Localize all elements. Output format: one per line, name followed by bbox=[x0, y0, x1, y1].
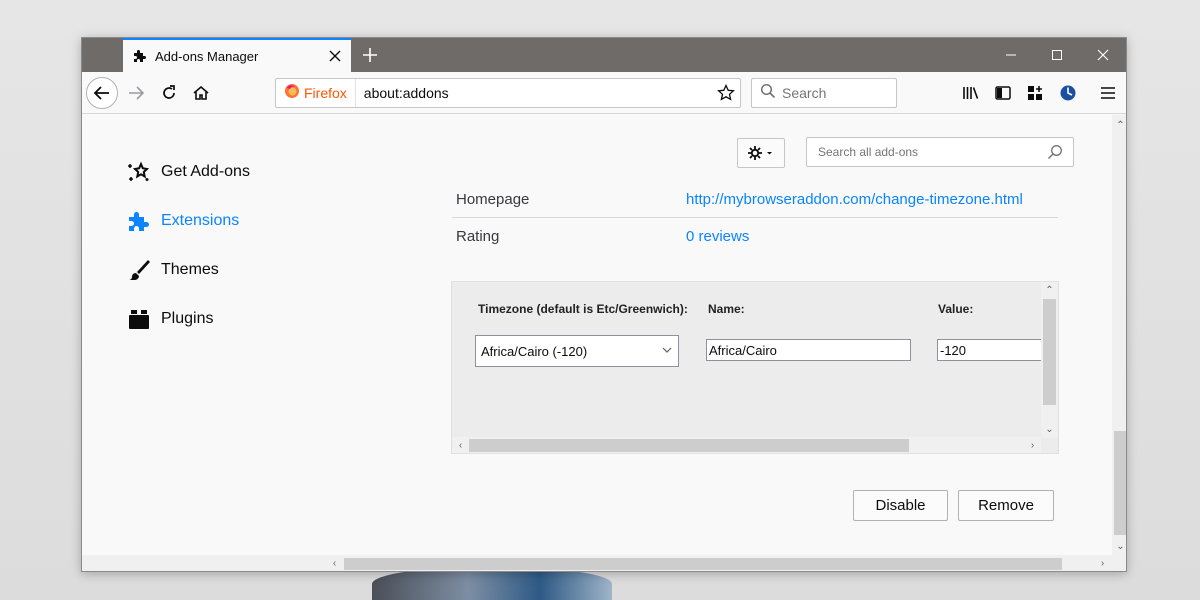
addon-search-field[interactable] bbox=[806, 137, 1074, 167]
scrollbar-thumb[interactable] bbox=[1114, 431, 1126, 535]
desktop-wallpaper bbox=[372, 568, 612, 600]
new-tab-icon[interactable] bbox=[358, 43, 382, 67]
scrollbar-thumb[interactable] bbox=[1043, 299, 1056, 405]
detail-row-rating: Rating 0 reviews bbox=[456, 218, 1058, 254]
category-label: Themes bbox=[161, 261, 219, 278]
timezone-addon-icon[interactable] bbox=[1056, 81, 1080, 105]
addon-search-input[interactable] bbox=[818, 145, 1047, 159]
search-bar[interactable] bbox=[751, 78, 897, 108]
identity-box[interactable]: Firefox bbox=[276, 79, 356, 107]
scroll-up-icon[interactable]: ⌃ bbox=[1041, 282, 1058, 299]
library-icon[interactable] bbox=[959, 81, 983, 105]
detail-label: Homepage bbox=[456, 190, 530, 208]
disable-button[interactable]: Disable bbox=[853, 490, 948, 521]
tab-title: Add-ons Manager bbox=[155, 48, 259, 64]
page-horizontal-scrollbar[interactable]: ‹ › bbox=[82, 555, 1112, 571]
tab-addons-manager[interactable]: Add-ons Manager bbox=[123, 38, 351, 72]
sidebar-toggle-icon[interactable] bbox=[991, 81, 1015, 105]
remove-button[interactable]: Remove bbox=[958, 490, 1054, 521]
category-label: Extensions bbox=[161, 212, 240, 229]
search-icon bbox=[760, 83, 776, 104]
page-vertical-scrollbar[interactable]: ⌃ ⌄ bbox=[1112, 115, 1126, 555]
firefox-logo-icon bbox=[284, 83, 300, 104]
search-icon bbox=[1047, 144, 1063, 160]
url-bar[interactable]: Firefox about:addons bbox=[275, 78, 741, 108]
gear-icon bbox=[748, 146, 772, 160]
scroll-down-icon[interactable]: ⌄ bbox=[1041, 421, 1058, 438]
close-tab-icon[interactable] bbox=[323, 44, 347, 68]
extension-icon[interactable] bbox=[1023, 81, 1047, 105]
category-label: Get Add-ons bbox=[161, 163, 250, 180]
hamburger-menu-icon[interactable] bbox=[1096, 81, 1120, 105]
navigation-toolbar: Firefox about:addons bbox=[82, 72, 1126, 114]
preferences-vertical-scrollbar[interactable]: ⌃ ⌄ bbox=[1041, 282, 1058, 438]
reload-button[interactable] bbox=[153, 77, 185, 109]
identity-label: Firefox bbox=[304, 85, 347, 101]
plugin-icon bbox=[126, 306, 152, 332]
scrollbar-corner bbox=[1112, 555, 1126, 571]
chevron-down-icon bbox=[662, 347, 672, 353]
timezone-select[interactable]: Africa/Cairo (-120) bbox=[475, 335, 679, 367]
value-field-value: -120 bbox=[940, 342, 967, 358]
scrollbar-thumb[interactable] bbox=[344, 558, 1062, 570]
category-get-addons[interactable]: Get Add-ons bbox=[126, 158, 250, 186]
scroll-down-icon[interactable]: ⌄ bbox=[1112, 538, 1126, 555]
category-label: Plugins bbox=[161, 310, 214, 327]
name-field-value: Africa/Cairo bbox=[709, 342, 777, 358]
home-icon bbox=[193, 85, 209, 100]
preferences-frame: Timezone (default is Etc/Greenwich): Nam… bbox=[451, 281, 1059, 454]
back-arrow-icon bbox=[93, 86, 109, 100]
value-field[interactable]: -120 bbox=[937, 339, 1047, 361]
preferences-horizontal-scrollbar[interactable]: ‹ › bbox=[452, 437, 1041, 453]
addons-manager-content: Get Add-ons Extensions Themes Plugins Se… bbox=[82, 115, 1112, 555]
reload-icon bbox=[163, 85, 175, 99]
back-button[interactable] bbox=[86, 77, 118, 109]
browser-window: Add-ons Manager Firefox about:addons Sea… bbox=[81, 37, 1127, 572]
detail-label: Rating bbox=[456, 227, 500, 245]
name-label: Name: bbox=[708, 302, 745, 316]
maximize-icon[interactable] bbox=[1034, 38, 1080, 72]
tools-menu-button[interactable] bbox=[737, 138, 785, 168]
minimize-icon[interactable] bbox=[988, 38, 1034, 72]
scroll-left-icon[interactable]: ‹ bbox=[452, 437, 469, 453]
scroll-right-icon[interactable]: › bbox=[1024, 437, 1041, 453]
puzzle-icon bbox=[131, 47, 149, 65]
scrollbar-thumb[interactable] bbox=[469, 439, 909, 452]
url-text[interactable]: about:addons bbox=[364, 85, 712, 101]
homepage-link[interactable]: http://mybrowseraddon.com/change-timezon… bbox=[686, 191, 1023, 208]
forward-arrow-icon bbox=[129, 86, 145, 100]
value-label: Value: bbox=[938, 302, 974, 316]
name-field[interactable]: Africa/Cairo bbox=[706, 339, 911, 361]
timezone-selected-value: Africa/Cairo (-120) bbox=[481, 343, 588, 359]
category-themes[interactable]: Themes bbox=[126, 256, 219, 284]
scroll-left-icon[interactable]: ‹ bbox=[326, 555, 343, 571]
home-button[interactable] bbox=[185, 77, 217, 109]
scroll-up-icon[interactable]: ⌃ bbox=[1112, 117, 1126, 134]
detail-row-homepage: Homepage http://mybrowseraddon.com/chang… bbox=[456, 181, 1058, 217]
category-plugins[interactable]: Plugins bbox=[126, 305, 213, 333]
tab-bar: Add-ons Manager bbox=[82, 38, 1126, 72]
brush-icon bbox=[126, 257, 152, 283]
timezone-label: Timezone (default is Etc/Greenwich): bbox=[478, 302, 688, 316]
get-addons-icon bbox=[126, 159, 152, 185]
search-input[interactable] bbox=[782, 85, 882, 101]
close-window-icon[interactable] bbox=[1080, 38, 1126, 72]
category-extensions[interactable]: Extensions bbox=[126, 207, 239, 235]
puzzle-icon bbox=[126, 208, 152, 234]
forward-button[interactable] bbox=[120, 77, 152, 109]
reviews-link[interactable]: 0 reviews bbox=[686, 228, 749, 245]
scroll-right-icon[interactable]: › bbox=[1094, 555, 1111, 571]
bookmark-star-icon[interactable] bbox=[712, 79, 740, 107]
